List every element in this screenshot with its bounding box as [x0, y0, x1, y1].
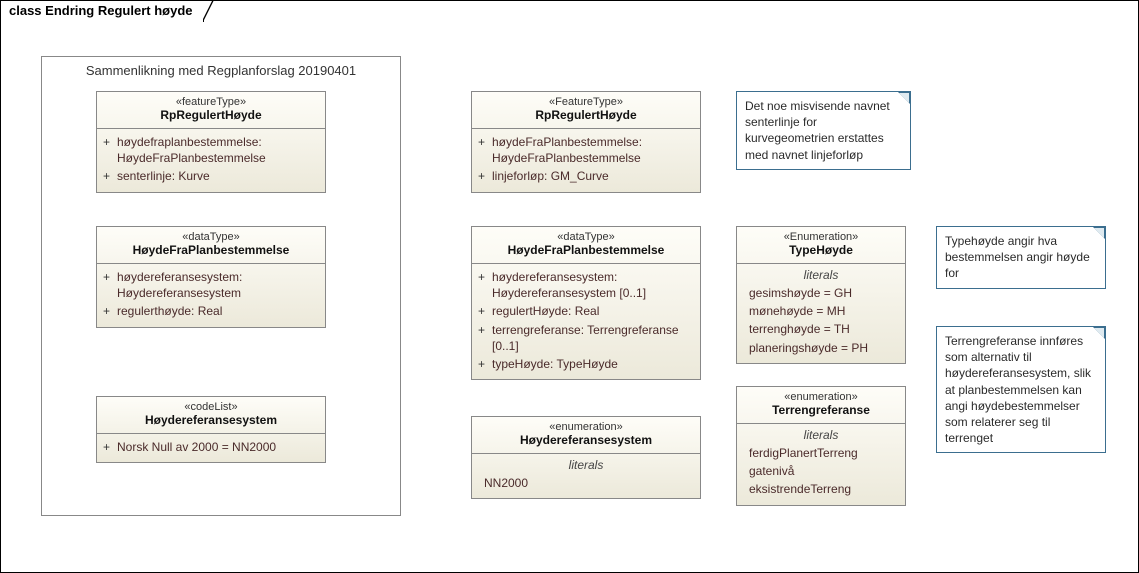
class-name: RpRegulertHøyde — [103, 108, 319, 122]
literal: gatenivå — [741, 462, 901, 480]
note-typehoyde: Typehøyde angir hva bestemmelsen angir h… — [936, 226, 1106, 289]
frame-title: class Endring Regulert høyde — [9, 3, 193, 18]
literals-header: literals — [476, 458, 696, 474]
group-title: Sammenlikning med Regplanforslag 2019040… — [42, 63, 400, 78]
literals-header: literals — [741, 428, 901, 444]
stereotype: «Enumeration» — [743, 231, 899, 243]
attribute: +høydereferansesystem: Høydereferansesys… — [101, 268, 321, 302]
attribute: +senterlinje: Kurve — [101, 167, 321, 185]
literal: ferdigPlanertTerreng — [741, 444, 901, 462]
class-name: HøydeFraPlanbestemmelse — [478, 243, 694, 257]
attribute: +regulerthøyde: Real — [101, 302, 321, 320]
stereotype: «enumeration» — [743, 391, 899, 403]
frame-tab: class Endring Regulert høyde — [0, 0, 204, 22]
attribute: +Norsk Null av 2000 = NN2000 — [101, 438, 321, 456]
class-rpregulerthoyde-new: «FeatureType» RpRegulertHøyde +høydeFraP… — [471, 91, 701, 193]
stereotype: «FeatureType» — [478, 96, 694, 108]
attribute: +typeHøyde: TypeHøyde — [476, 355, 696, 373]
attribute: +linjeforløp: GM_Curve — [476, 167, 696, 185]
attribute: +høydeFraPlanbestemmelse: HøydeFraPlanbe… — [476, 133, 696, 167]
attribute: +regulertHøyde: Real — [476, 302, 696, 320]
literal: mønehøyde = MH — [741, 302, 901, 320]
attribute: +terrengreferanse: Terrengreferanse [0..… — [476, 321, 696, 355]
class-name: RpRegulertHøyde — [478, 108, 694, 122]
class-hoydefraplanbestemmelse-old: «dataType» HøydeFraPlanbestemmelse +høyd… — [96, 226, 326, 328]
class-name: Høydereferansesystem — [478, 433, 694, 447]
class-name: HøydeFraPlanbestemmelse — [103, 243, 319, 257]
diagram-canvas: class Endring Regulert høyde Sammenlikni… — [0, 0, 1139, 573]
literal: NN2000 — [476, 474, 696, 492]
stereotype: «dataType» — [478, 231, 694, 243]
stereotype: «dataType» — [103, 231, 319, 243]
class-name: Høydereferansesystem — [103, 413, 319, 427]
enum-terrengreferanse: «enumeration» Terrengreferanse literals … — [736, 386, 906, 506]
attribute: +høydereferansesystem: Høydereferansesys… — [476, 268, 696, 302]
literal: terrenghøyde = TH — [741, 320, 901, 338]
class-rpregulerthoyde-old: «featureType» RpRegulertHøyde +høydefrap… — [96, 91, 326, 193]
class-name: TypeHøyde — [743, 243, 899, 257]
stereotype: «featureType» — [103, 96, 319, 108]
class-hoydefraplanbestemmelse-new: «dataType» HøydeFraPlanbestemmelse +høyd… — [471, 226, 701, 380]
class-hoydereferansesystem-old: «codeList» Høydereferansesystem +Norsk N… — [96, 396, 326, 463]
attribute: +høydefraplanbestemmelse: HøydeFraPlanbe… — [101, 133, 321, 167]
enum-hoydereferansesystem-new: «enumeration» Høydereferansesystem liter… — [471, 416, 701, 499]
note-linjeforlop: Det noe misvisende navnet senterlinje fo… — [736, 91, 911, 170]
literals-header: literals — [741, 268, 901, 284]
enum-typehoyde: «Enumeration» TypeHøyde literals gesimsh… — [736, 226, 906, 364]
note-terrengreferanse: Terrengreferanse innføres som alternativ… — [936, 326, 1106, 453]
stereotype: «codeList» — [103, 401, 319, 413]
literal: gesimshøyde = GH — [741, 284, 901, 302]
stereotype: «enumeration» — [478, 421, 694, 433]
literal: eksistrendeTerreng — [741, 480, 901, 498]
literal: planeringshøyde = PH — [741, 339, 901, 357]
class-name: Terrengreferanse — [743, 403, 899, 417]
